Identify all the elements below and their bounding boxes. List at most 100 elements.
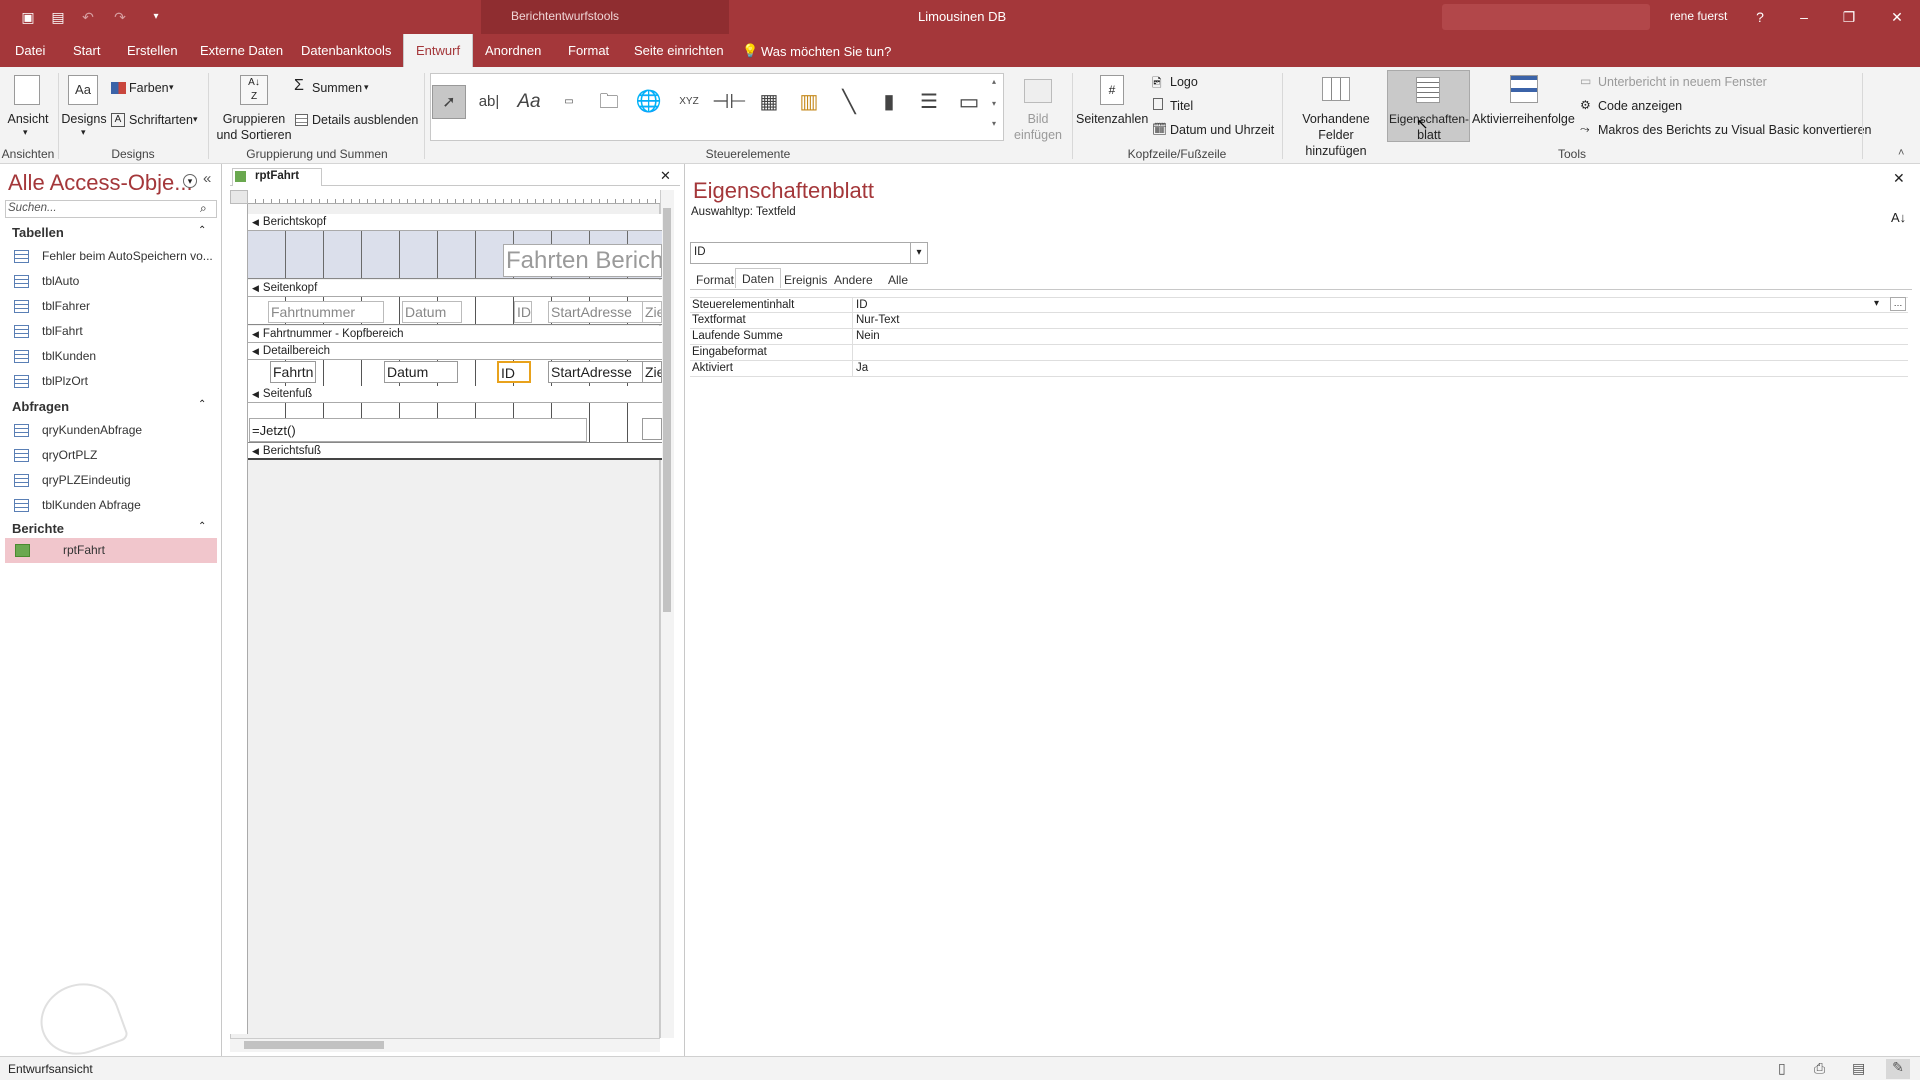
property-sheet-line2[interactable]: blatt [1386,127,1472,143]
redo-icon[interactable]: ↷ [110,7,130,27]
property-row[interactable]: Aktiviert Ja [690,361,1908,377]
report-view-icon[interactable]: ▯ [1778,1060,1786,1077]
nav-menu-icon[interactable]: ▾ [183,174,197,188]
fonts-button[interactable]: Schriftarten [129,112,193,128]
select-pointer-icon[interactable]: ➚ [432,85,466,119]
designs-icon[interactable]: Aa [68,75,98,105]
title-button[interactable]: Titel [1170,98,1193,114]
sort-az-icon[interactable]: A↓ [1891,210,1906,225]
tab-order-icon[interactable] [1510,75,1538,103]
ruler-corner[interactable] [230,190,248,204]
toggle-button-icon[interactable]: ▮ [872,85,906,119]
footer-date-expression[interactable]: =Jetzt() [249,418,587,442]
nav-item-query[interactable]: qryKundenAbfrage [0,418,222,443]
chart-control-icon[interactable]: ▥ [792,85,826,119]
tab-ereignis[interactable]: Ereignis [778,270,833,290]
header-label-startadresse[interactable]: StartAdresse [548,301,644,323]
property-row[interactable]: Laufende Summe Nein [690,329,1908,345]
nav-item-query[interactable]: qryPLZEindeutig [0,468,222,493]
group-sort-button-line1[interactable]: Gruppieren [214,111,294,127]
header-label-fahrtnummer[interactable]: Fahrtnummer [268,301,384,323]
group-collapse-icon[interactable]: ⌃ [198,225,206,236]
header-label-datum[interactable]: Datum [402,301,462,323]
view-icon[interactable] [14,75,40,105]
detail-field-id-selected[interactable]: ID [497,361,531,383]
section-berichtsfuss[interactable]: ◀ Berichtsfuß [248,443,662,460]
search-icon[interactable]: ⌕ [200,201,207,216]
logo-button[interactable]: Logo [1170,74,1198,90]
detail-field-ziel[interactable]: Zie [642,361,662,383]
option-group-icon[interactable]: XYZ [672,85,706,119]
sum-button[interactable]: Summen [312,80,362,96]
nav-item-report[interactable]: rptFahrt [5,538,217,563]
section-seitenkopf[interactable]: ◀ Seitenkopf [248,280,662,297]
date-time-button[interactable]: Datum und Uhrzeit [1170,122,1274,138]
colors-dropdown-icon[interactable]: ▾ [169,82,174,93]
designs-button[interactable]: Designs [60,111,108,127]
tab-format[interactable]: Format [556,34,621,67]
colors-button[interactable]: Farben [129,80,169,96]
tab-alle[interactable]: Alle [882,270,914,290]
minimize-button[interactable]: – [1781,0,1827,34]
property-value[interactable]: Nein [852,329,1908,345]
builder-button[interactable]: … [1890,297,1906,311]
tab-erstellen[interactable]: Erstellen [115,34,190,67]
group-collapse-icon[interactable]: ⌃ [198,521,206,532]
nav-item-table[interactable]: tblAuto [0,269,222,294]
property-row[interactable]: Eingabeformat [690,345,1908,361]
control-selector[interactable] [690,242,928,264]
property-row[interactable]: Textformat Nur-Text [690,313,1908,329]
detail-field-startadresse[interactable]: StartAdresse [548,361,644,383]
nav-item-table[interactable]: tblPlzOrt [0,369,222,394]
header-label-ziel[interactable]: Zie [642,301,662,323]
tab-control-icon[interactable]: 🗀 [592,85,626,119]
form-icon[interactable]: ▤ [48,7,68,27]
listbox-control-icon[interactable]: ☰ [912,85,946,119]
nav-item-table[interactable]: tblFahrer [0,294,222,319]
tab-daten[interactable]: Daten [735,268,782,288]
close-window-button[interactable]: ✕ [1874,0,1920,34]
property-value[interactable]: Ja [852,361,1908,377]
report-title-label[interactable]: Fahrten Berich [503,244,662,277]
nav-group-abfragen[interactable]: Abfragen [0,396,222,418]
tab-order-button[interactable]: Aktivierreihenfolge [1472,111,1575,127]
nav-item-table[interactable]: tblKunden [0,344,222,369]
nav-item-query[interactable]: tblKunden Abfrage [0,493,222,518]
view-code-button[interactable]: Code anzeigen [1598,98,1682,114]
tab-entwurf[interactable]: Entwurf [403,34,474,67]
help-button[interactable]: ? [1737,0,1783,34]
add-existing-fields-line1[interactable]: Vorhandene [1286,111,1386,127]
view-dropdown-icon[interactable]: ▾ [23,127,28,138]
footer-page-field[interactable] [642,418,662,440]
restore-button[interactable]: ❐ [1826,0,1872,34]
layout-view-icon[interactable]: ▤ [1852,1060,1865,1077]
tab-externe-daten[interactable]: Externe Daten [188,34,295,67]
nav-item-table[interactable]: tblFahrt [0,319,222,344]
gallery-more-icon[interactable]: ▾ [992,119,996,128]
undo-icon[interactable]: ↶ [78,7,98,27]
tell-me-input[interactable]: Was möchten Sie tun? [761,44,891,59]
nav-title[interactable]: Alle Access-Obje... [8,170,193,196]
section-detailbereich[interactable]: ◀ Detailbereich [248,343,662,360]
chevron-down-icon[interactable]: ▾ [1874,298,1879,309]
collapse-ribbon-icon[interactable]: ˄ [1898,147,1904,159]
property-row[interactable]: Steuerelementinhalt ID [690,297,1908,314]
property-sheet-line1[interactable]: Eigenschaften- [1386,111,1472,127]
hyperlink-control-icon[interactable]: 🌐 [632,85,666,119]
subreport-icon[interactable]: ▦ [752,85,786,119]
convert-macros-button[interactable]: Makros des Berichts zu Visual Basic konv… [1598,122,1872,138]
nav-search-input[interactable]: Suchen... [8,202,57,214]
page-numbers-button[interactable]: Seitenzahlen [1076,111,1148,127]
close-property-sheet-icon[interactable]: ✕ [1893,170,1905,187]
group-sort-icon[interactable]: A↓ Z [240,75,268,105]
print-preview-icon[interactable]: ⎙ [1814,1060,1825,1077]
group-collapse-icon[interactable]: ⌃ [198,399,206,410]
fonts-dropdown-icon[interactable]: ▾ [193,114,198,125]
property-value[interactable] [852,345,1908,361]
button-control-icon[interactable]: ▭ [552,85,586,119]
gallery-scroll-up-icon[interactable]: ▴ [992,77,996,86]
nav-group-berichte[interactable]: Berichte [0,518,222,540]
line-control-icon[interactable]: ╲ [832,85,866,119]
detail-field-datum[interactable]: Datum [384,361,458,383]
page-break-icon[interactable]: ⊣⊢ [712,85,747,119]
